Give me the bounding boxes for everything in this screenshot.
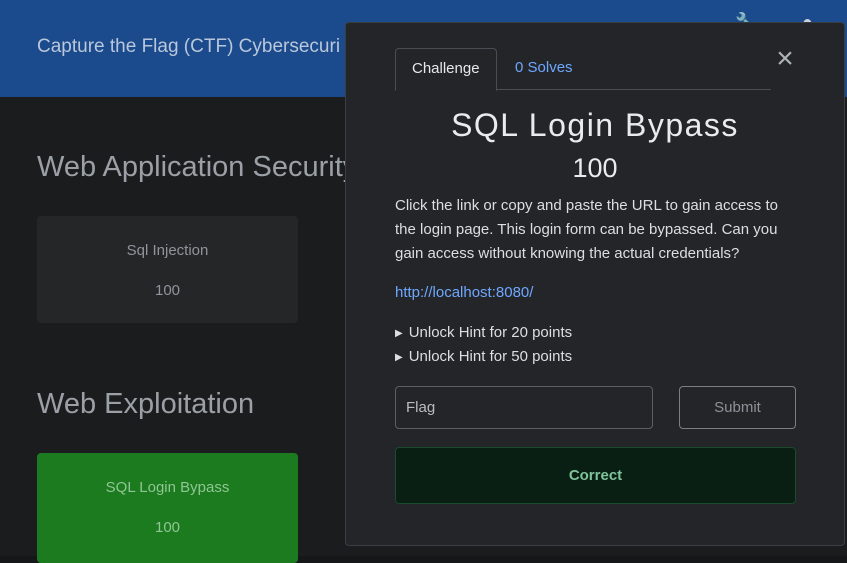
challenge-card-value: 100	[154, 282, 181, 299]
hint-label: Unlock Hint for 50 points	[408, 348, 573, 365]
tab-challenge[interactable]: Challenge	[395, 48, 497, 91]
challenge-name: SQL Login Bypass	[451, 107, 739, 143]
challenge-value: 100	[572, 153, 618, 183]
result-notification: Correct	[395, 447, 796, 504]
challenge-url-link[interactable]: http://localhost:8080/	[395, 284, 533, 301]
challenge-card-sql-login-bypass[interactable]: SQL Login Bypass 100	[37, 453, 298, 563]
site-title[interactable]: Capture the Flag (CTF) Cybersecuri	[37, 36, 340, 58]
category-title-web-exploitation: Web Exploitation	[37, 388, 255, 420]
hint-toggle-50[interactable]: ▶ Unlock Hint for 50 points	[395, 348, 572, 365]
challenge-card-name: SQL Login Bypass	[105, 479, 230, 496]
challenge-card-name: Sql Injection	[126, 242, 209, 259]
challenge-card-sql-injection[interactable]: Sql Injection 100	[37, 216, 298, 323]
hint-label: Unlock Hint for 20 points	[408, 324, 573, 341]
challenge-card-value: 100	[154, 519, 181, 536]
close-icon[interactable]: ×	[774, 44, 796, 74]
challenge-modal: Challenge 0 Solves × SQL Login Bypass 10…	[345, 22, 845, 546]
submit-button[interactable]: Submit	[679, 386, 796, 429]
category-title-web-application-security: Web Application Security	[37, 151, 358, 183]
caret-right-icon: ▶	[395, 328, 403, 339]
flag-input[interactable]	[395, 386, 653, 429]
caret-right-icon: ▶	[395, 352, 403, 363]
hint-toggle-20[interactable]: ▶ Unlock Hint for 20 points	[395, 324, 572, 341]
challenge-description: Click the link or copy and paste the URL…	[395, 197, 778, 262]
modal-tabs: Challenge 0 Solves	[395, 48, 771, 91]
tab-solves[interactable]: 0 Solves	[499, 48, 589, 88]
